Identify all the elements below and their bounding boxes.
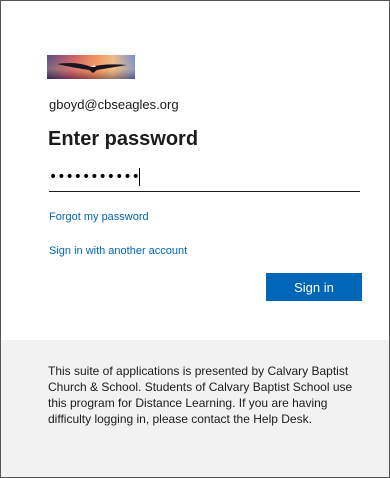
password-field-wrapper: [49, 163, 360, 192]
footer-panel: This suite of applications is presented …: [1, 340, 389, 477]
page-title: Enter password: [48, 128, 199, 150]
other-account-link[interactable]: Sign in with another account: [49, 245, 187, 257]
account-email: gboyd@cbseagles.org: [49, 97, 179, 112]
signin-dialog: gboyd@cbseagles.org Enter password Forgo…: [0, 0, 390, 478]
eagle-banner-logo: [47, 55, 135, 79]
footer-message: This suite of applications is presented …: [48, 364, 353, 426]
password-input[interactable]: [49, 163, 360, 191]
text-cursor: [139, 168, 140, 186]
sign-in-button[interactable]: Sign in: [266, 273, 362, 301]
forgot-password-link[interactable]: Forgot my password: [49, 211, 149, 223]
